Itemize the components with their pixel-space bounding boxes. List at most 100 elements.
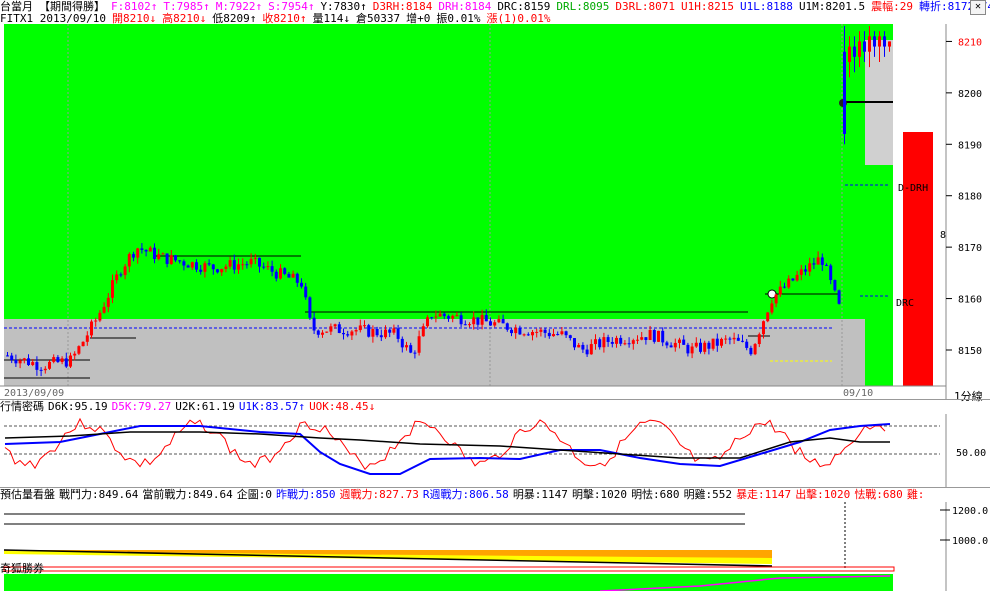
candle-body-128 (543, 329, 547, 333)
candle-body-122 (518, 327, 522, 335)
volume-chart[interactable]: 1200.0 1000.0 (0, 502, 990, 576)
candle-body-82 (350, 331, 354, 336)
session-body-3 (858, 41, 861, 57)
candle-body-143 (606, 337, 610, 342)
candle-body-187 (791, 278, 795, 281)
candle-body-198 (837, 290, 841, 304)
candle-body-147 (623, 343, 627, 345)
candle-body-169 (715, 338, 719, 346)
volume-header: 預估量看盤 戰鬥力:849.64 當前戰力:849.64 企圖:0 昨戰力:850 週戰力… (0, 488, 928, 502)
candle-body-175 (741, 340, 744, 342)
candle-body-168 (711, 338, 715, 349)
candle-body-105 (447, 316, 450, 319)
candle-body-24 (106, 297, 110, 307)
candle-body-131 (556, 334, 560, 336)
candle-body-34 (148, 247, 152, 252)
ind-tick: 50.00 (956, 448, 986, 459)
price-chart[interactable]: 8210 8200 8190 8180 8170 8160 8150 D-DRH DRC 8 (0, 24, 990, 400)
candle-body-156 (661, 330, 665, 343)
header-field-13: U1L:8188 (739, 0, 793, 13)
y-axis-area (946, 24, 990, 400)
candle-body-7 (35, 362, 39, 370)
candle-body-154 (652, 330, 656, 342)
candle-body-163 (690, 346, 694, 354)
header-field-15: 震幅:29 (871, 0, 914, 13)
candle-body-193 (816, 257, 820, 265)
candle-body-120 (510, 329, 513, 334)
candle-body-26 (115, 274, 119, 281)
candle-body-1 (10, 355, 14, 360)
header-field-14: U1M:8201.5 (798, 0, 866, 13)
candle-body-197 (833, 280, 837, 291)
candle-body-51 (220, 268, 224, 273)
candle-body-173 (732, 337, 736, 340)
y-tick-label-3: 8180 (958, 192, 982, 203)
candle-body-127 (539, 329, 543, 332)
candle-body-121 (514, 327, 518, 334)
candle-body-140 (594, 339, 597, 345)
candle-body-17 (77, 346, 81, 354)
session-body-5 (868, 36, 871, 52)
volume-value-0: 戰鬥力:849.64 (59, 488, 139, 501)
header-field-10: DRL:8095 (556, 0, 610, 13)
candle-body-61 (262, 266, 266, 268)
candle-body-153 (648, 330, 652, 341)
candle-body-2 (14, 359, 18, 364)
indicator-chart[interactable]: 50.00 (0, 414, 990, 498)
candle-body-101 (430, 317, 434, 319)
candle-body-79 (337, 324, 341, 333)
bottom-panel-title: 奇狐勝券 (0, 562, 44, 575)
candle-body-164 (694, 342, 698, 347)
candle-body-43 (186, 265, 190, 268)
candle-body-176 (745, 341, 749, 348)
indicator-value-3: U1K:83.57↑ (238, 400, 306, 413)
candle-body-9 (43, 368, 47, 371)
candle-body-74 (316, 330, 320, 335)
candle-body-126 (535, 331, 539, 333)
candle-body-97 (413, 352, 417, 354)
session-body-4 (863, 41, 866, 52)
indicator-value-0: D6K:95.19 (48, 400, 108, 413)
candle-body-186 (787, 278, 791, 288)
candle-body-116 (493, 322, 497, 326)
timeframe-label[interactable]: 1分線 (954, 388, 983, 404)
candle-body-72 (308, 297, 312, 318)
candle-body-107 (455, 315, 459, 317)
candle-body-57 (245, 264, 249, 266)
date-label-left: 2013/09/09 (4, 388, 65, 399)
candle-body-134 (568, 335, 572, 339)
session-body-2 (853, 46, 856, 57)
candle-body-23 (102, 306, 106, 313)
candle-body-25 (111, 280, 114, 298)
session-body-7 (878, 36, 881, 47)
candle-body-103 (438, 313, 442, 317)
indicator-value-2: U2K:61.19 (175, 400, 235, 413)
y-tick-label-6: 8150 (958, 346, 982, 357)
volume-value-13: 雞: (906, 488, 925, 501)
candle-body-18 (81, 341, 85, 347)
candle-body-182 (770, 303, 774, 313)
candle-body-170 (720, 338, 723, 346)
session-body-1 (848, 46, 851, 62)
candle-body-30 (132, 253, 135, 258)
candle-body-22 (98, 312, 102, 321)
candle-body-92 (392, 328, 396, 333)
candle-body-188 (795, 274, 799, 281)
candle-body-167 (707, 342, 711, 349)
candle-body-89 (379, 335, 383, 338)
candle-body-15 (69, 355, 72, 367)
volume-value-6: 明暴:1147 (512, 488, 568, 501)
candle-body-12 (56, 357, 60, 363)
volume-value-3: 昨戰力:850 (275, 488, 336, 501)
candle-body-133 (564, 331, 568, 336)
close-button[interactable]: ✕ (970, 0, 986, 15)
volume-value-4: 週戰力:827.73 (339, 488, 419, 501)
candle-body-54 (232, 260, 236, 270)
candle-body-32 (140, 248, 144, 250)
vol-tick-label-0: 1200.0 (952, 506, 988, 517)
candle-body-98 (417, 336, 421, 353)
volume-value-5: R週戰力:806.58 (422, 488, 509, 501)
candle-body-45 (195, 262, 198, 270)
candle-body-111 (472, 317, 476, 325)
y-tick-label-0: 8210 (958, 37, 982, 48)
